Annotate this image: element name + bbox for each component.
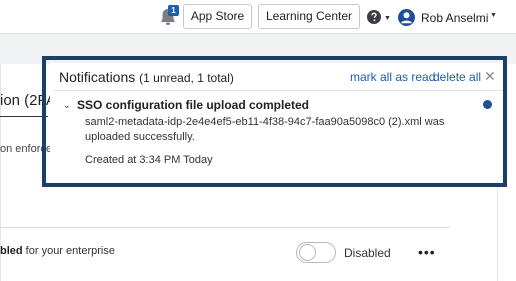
notification-body: saml2-metadata-idp-2e4e4ef5-eb11-4f38-94… (85, 116, 445, 143)
help-icon[interactable] (367, 10, 381, 24)
notification-count-badge: 1 (168, 5, 179, 16)
title-underline (0, 116, 48, 117)
delete-all-link[interactable]: delete all (433, 70, 481, 84)
enterprise-setting-text: bled for your enterprise (0, 245, 115, 257)
toggle-knob (299, 244, 316, 261)
notifications-title: Notifications (1 unread, 1 total) (59, 69, 234, 85)
enterprise-setting-rest: for your enterprise (22, 245, 115, 257)
enable-toggle[interactable] (296, 242, 336, 263)
learning-center-button[interactable]: Learning Center (258, 4, 360, 29)
enterprise-setting-bold: bled (0, 245, 23, 257)
more-options-icon[interactable]: ••• (418, 244, 436, 260)
close-icon[interactable]: ✕ (484, 68, 496, 85)
notifications-count: (1 unread, 1 total) (139, 71, 234, 85)
chevron-down-icon[interactable]: ⌄ (63, 100, 71, 111)
unread-dot-icon[interactable] (483, 100, 492, 109)
toggle-status-label: Disabled (344, 246, 391, 260)
section-divider (0, 227, 450, 228)
app-store-button[interactable]: App Store (183, 4, 252, 29)
notification-title: SSO configuration file upload completed (77, 98, 310, 112)
mark-all-read-link[interactable]: mark all as read (350, 70, 435, 84)
notifications-panel: Notifications (1 unread, 1 total) mark a… (50, 63, 503, 181)
user-name[interactable]: Rob Anselmi (421, 11, 488, 25)
notifications-title-text: Notifications (59, 69, 136, 85)
help-chevron-down-icon[interactable]: ▼ (384, 15, 391, 22)
avatar-icon[interactable] (398, 9, 415, 26)
panel-separator (53, 90, 503, 91)
user-menu-chevron-down-icon[interactable]: ▼ (490, 12, 497, 19)
notification-timestamp: Created at 3:34 PM Today (85, 154, 213, 166)
